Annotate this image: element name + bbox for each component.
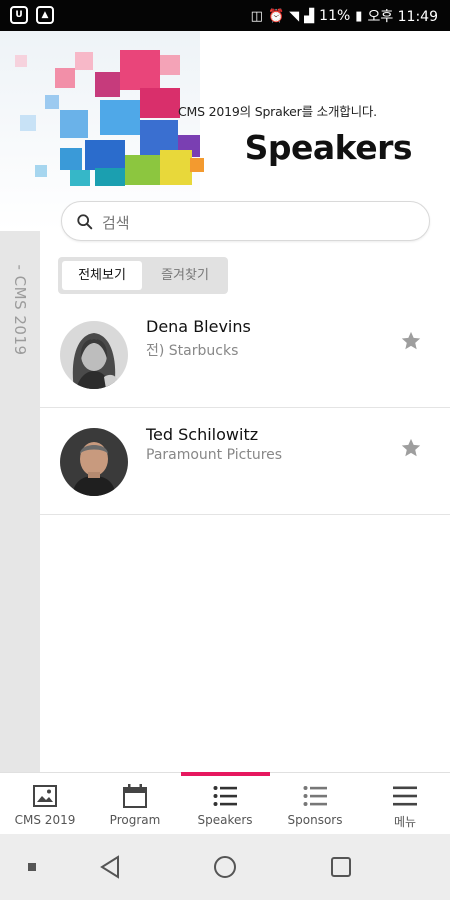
tab-label: 메뉴 xyxy=(393,815,417,829)
filter-favorites-button[interactable]: 즐겨찾기 xyxy=(146,261,224,290)
filter-all-button[interactable]: 전체보기 xyxy=(62,261,142,290)
gallery-notification-icon: ▲ xyxy=(36,6,54,24)
speaker-name: Ted Schilowitz xyxy=(146,425,259,444)
back-icon[interactable] xyxy=(98,855,122,879)
home-icon[interactable] xyxy=(213,855,237,879)
avatar xyxy=(60,321,128,389)
tab-label: Program xyxy=(109,813,161,827)
wifi-icon: ◥ xyxy=(289,8,300,24)
page-title: Speakers xyxy=(244,128,413,167)
list-icon xyxy=(213,786,237,806)
alarm-icon: ⏰ xyxy=(267,8,285,24)
speaker-row[interactable]: Ted Schilowitz Paramount Pictures xyxy=(40,408,450,515)
tab-sponsors[interactable]: Sponsors xyxy=(270,773,360,835)
recents-icon[interactable] xyxy=(330,856,352,878)
vibrate-icon: ◫ xyxy=(250,8,263,24)
battery-icon: ▮ xyxy=(355,8,363,24)
tab-label: CMS 2019 xyxy=(14,813,76,827)
tab-label: Sponsors xyxy=(287,813,343,827)
search-placeholder: 검색 xyxy=(102,214,130,232)
speaker-row[interactable]: Dena Blevins 전) Starbucks xyxy=(40,301,450,408)
bottom-tab-bar: CMS 2019 Program Speakers Sponsors 메뉴 xyxy=(0,772,450,834)
side-label: - CMS 2019 xyxy=(11,264,29,356)
status-bar: U ▲ ◫ ⏰ ◥ ▟ 11% ▮ 오후 11:49 xyxy=(0,0,450,31)
tab-speakers[interactable]: Speakers xyxy=(180,773,270,835)
favorite-star-icon[interactable] xyxy=(400,330,422,352)
search-icon xyxy=(77,214,93,230)
signal-icon: ▟ xyxy=(304,8,315,24)
menu-icon xyxy=(393,786,417,806)
speaker-org: 전) Starbucks xyxy=(146,343,239,359)
search-input[interactable]: 검색 xyxy=(61,201,430,241)
avatar xyxy=(60,428,128,496)
calendar-icon xyxy=(123,784,147,808)
system-nav-bar xyxy=(0,834,450,900)
header-subtitle: CMS 2019의 Spraker를 소개합니다. xyxy=(178,104,377,119)
speaker-name: Dena Blevins xyxy=(146,317,251,336)
clock: 오후 11:49 xyxy=(367,9,438,25)
list-icon xyxy=(303,786,327,806)
image-icon xyxy=(33,785,57,807)
tab-program[interactable]: Program xyxy=(90,773,180,835)
dot-icon[interactable] xyxy=(28,863,36,871)
favorite-star-icon[interactable] xyxy=(400,437,422,459)
speaker-org: Paramount Pictures xyxy=(146,447,283,463)
battery-percent: 11% xyxy=(319,8,351,24)
app-notification-icon: U xyxy=(10,6,28,24)
tab-menu[interactable]: 메뉴 xyxy=(360,773,450,835)
filter-toggle: 전체보기 즐겨찾기 xyxy=(58,257,228,294)
tab-cms-2019[interactable]: CMS 2019 xyxy=(0,773,90,835)
tab-label: Speakers xyxy=(197,813,253,827)
